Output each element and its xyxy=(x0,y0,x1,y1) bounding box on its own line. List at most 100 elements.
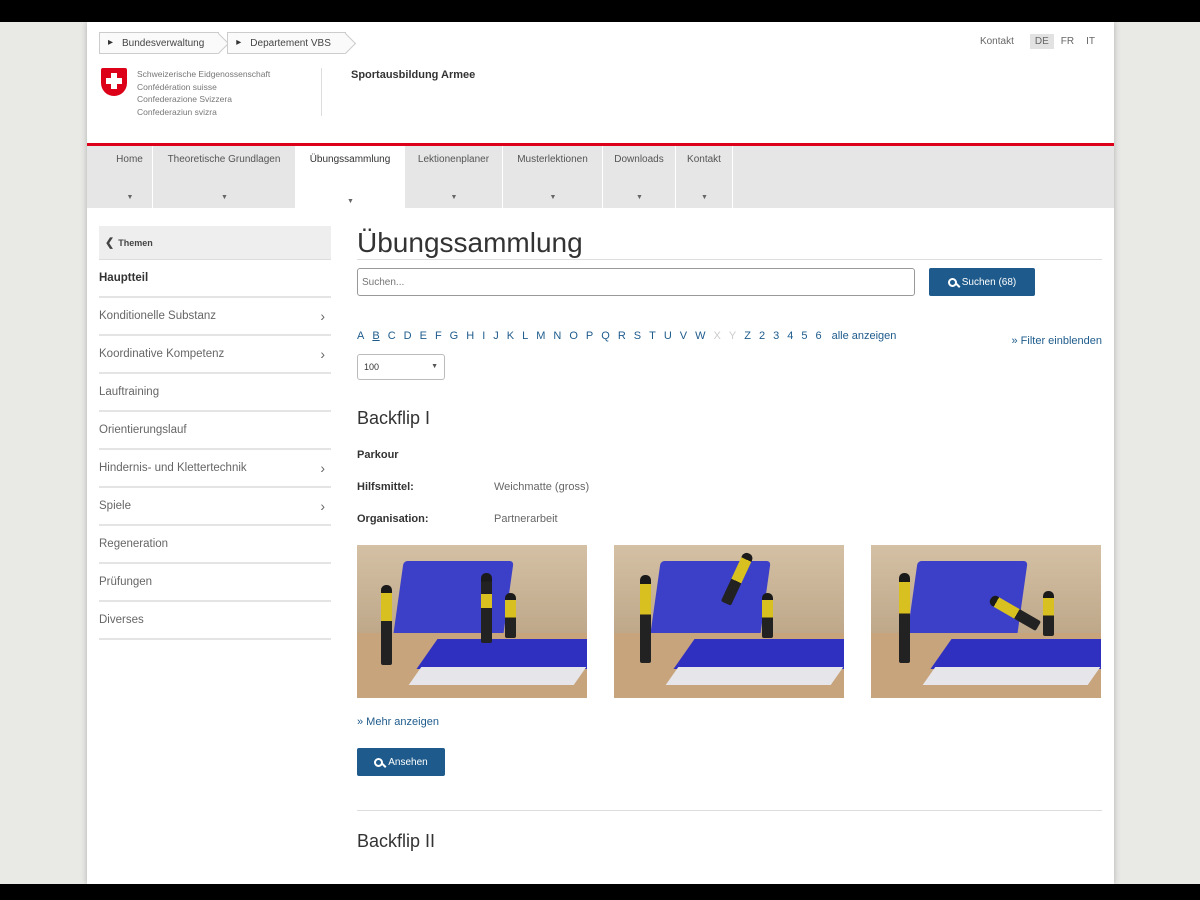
language-it[interactable]: IT xyxy=(1081,34,1100,49)
field-label: Organisation: xyxy=(357,513,429,525)
sidebar-item-regeneration[interactable]: Regeneration xyxy=(99,526,331,564)
nav-item-uebungssammlung[interactable]: Übungssammlung ▼ xyxy=(296,146,405,208)
nav-item-downloads[interactable]: Downloads ▼ xyxy=(603,146,676,208)
alphabet-letter-a[interactable]: A xyxy=(357,330,364,344)
search-input[interactable] xyxy=(357,268,915,296)
alphabet-letter-o[interactable]: O xyxy=(569,330,578,344)
alphabet-letter-6[interactable]: 6 xyxy=(815,330,821,344)
alphabet-letter-g[interactable]: G xyxy=(450,330,459,344)
sidebar-back-link[interactable]: ❮ Themen xyxy=(99,226,331,260)
search-button[interactable]: Suchen (68) xyxy=(929,268,1035,296)
field-label: Hilfsmittel: xyxy=(357,481,414,493)
nav-item-musterlektionen[interactable]: Musterlektionen ▼ xyxy=(503,146,603,208)
photo-person xyxy=(1043,591,1054,636)
alphabet-letter-j[interactable]: J xyxy=(493,330,499,344)
sidebar-item-hauptteil[interactable]: Hauptteil xyxy=(99,260,331,298)
alphabet-letter-s[interactable]: S xyxy=(634,330,641,344)
chevron-right-icon: › xyxy=(320,460,325,476)
alphabet-letter-i[interactable]: I xyxy=(482,330,485,344)
alphabet-letter-n[interactable]: N xyxy=(553,330,561,344)
nav-item-label: Theoretische Grundlagen xyxy=(167,154,281,165)
alphabet-show-all-link[interactable]: alle anzeigen xyxy=(832,330,897,344)
alphabet-letter-v[interactable]: V xyxy=(680,330,687,344)
alphabet-letter-q[interactable]: Q xyxy=(601,330,610,344)
photo-person xyxy=(505,593,516,638)
nav-item-kontakt[interactable]: Kontakt ▼ xyxy=(676,146,733,208)
alphabet-letter-z[interactable]: Z xyxy=(744,330,751,344)
alphabet-letter-4[interactable]: 4 xyxy=(787,330,793,344)
search-icon xyxy=(947,277,957,287)
show-more-link[interactable]: » Mehr anzeigen xyxy=(357,716,1102,728)
exercise-image-gallery xyxy=(357,545,1102,698)
header-contact-link[interactable]: Kontakt xyxy=(980,36,1014,47)
breadcrumb-item-bundesverwaltung[interactable]: Bundesverwaltung xyxy=(99,32,220,54)
chevron-down-icon: ▼ xyxy=(549,194,557,201)
nav-item-theoretische-grundlagen[interactable]: Theoretische Grundlagen ▼ xyxy=(153,146,296,208)
sidebar-item-pruefungen[interactable]: Prüfungen xyxy=(99,564,331,602)
sidebar-item-label: Konditionelle Substanz xyxy=(99,310,216,322)
alphabet-letter-c[interactable]: C xyxy=(388,330,396,344)
chevron-down-icon: ▼ xyxy=(126,194,134,201)
photo-person xyxy=(640,575,651,663)
breadcrumb-item-vbs[interactable]: Departement VBS xyxy=(227,32,346,54)
language-fr[interactable]: FR xyxy=(1056,34,1079,49)
sidebar-item-label: Koordinative Kompetenz xyxy=(99,348,225,360)
nav-item-label: Home xyxy=(116,154,143,165)
sidebar-item-spiele[interactable]: Spiele › xyxy=(99,488,331,526)
sidebar-item-label: Hindernis- und Klettertechnik xyxy=(99,462,247,474)
chevron-right-icon: › xyxy=(320,346,325,362)
site-title[interactable]: Sportausbildung Armee xyxy=(351,69,475,81)
search-button-label: Suchen (68) xyxy=(961,276,1017,288)
sidebar-item-orientierungslauf[interactable]: Orientierungslauf xyxy=(99,412,331,450)
alphabet-letter-t[interactable]: T xyxy=(649,330,656,344)
alphabet-letter-r[interactable]: R xyxy=(618,330,626,344)
alphabet-letter-3[interactable]: 3 xyxy=(773,330,779,344)
sidebar-item-konditionelle-substanz[interactable]: Konditionelle Substanz › xyxy=(99,298,331,336)
per-page-value: 100 xyxy=(364,362,380,372)
alphabet-letter-p[interactable]: P xyxy=(586,330,593,344)
filter-toggle-link[interactable]: » Filter einblenden xyxy=(1011,335,1102,347)
alphabet-letter-l[interactable]: L xyxy=(522,330,528,344)
photo-floor-mat xyxy=(416,639,587,669)
sidebar-item-diverses[interactable]: Diverses xyxy=(99,602,331,640)
main-navigation: Home ▼ Theoretische Grundlagen ▼ Übungssam… xyxy=(87,146,1114,208)
exercise-title[interactable]: Backflip II xyxy=(357,831,1102,852)
confederation-name-fr: Confédération suisse xyxy=(137,81,217,92)
photo-person xyxy=(762,593,773,638)
per-page-select[interactable]: 100 ▼ xyxy=(357,354,445,380)
alphabet-letter-d[interactable]: D xyxy=(404,330,412,344)
alphabet-letter-5[interactable]: 5 xyxy=(801,330,807,344)
sidebar-back-label: Themen xyxy=(118,238,153,248)
sidebar-item-lauftraining[interactable]: Lauftraining xyxy=(99,374,331,412)
language-de[interactable]: DE xyxy=(1029,34,1054,49)
swiss-cross-icon xyxy=(101,68,127,96)
nav-item-lektionenplaner[interactable]: Lektionenplaner ▼ xyxy=(405,146,503,208)
web-page: Bundesverwaltung Departement VBS Kontakt… xyxy=(87,22,1114,884)
exercise-title[interactable]: Backflip I xyxy=(357,408,1102,429)
nav-item-home[interactable]: Home ▼ xyxy=(107,146,153,208)
exercise-photo-3[interactable] xyxy=(871,545,1101,698)
view-exercise-button[interactable]: Ansehen xyxy=(357,748,445,776)
alphabet-letter-u[interactable]: U xyxy=(664,330,672,344)
chevron-left-icon: ❮ xyxy=(105,237,115,249)
alphabet-letter-h[interactable]: H xyxy=(466,330,474,344)
alphabet-letter-2[interactable]: 2 xyxy=(759,330,765,344)
breadcrumb: Bundesverwaltung Departement VBS xyxy=(99,32,354,54)
exercise-photo-1[interactable] xyxy=(357,545,587,698)
exercise-field-hilfsmittel: Hilfsmittel: Weichmatte (gross) xyxy=(357,481,1102,493)
alphabet-letter-b[interactable]: B xyxy=(372,330,379,344)
search-row: Suchen (68) xyxy=(357,268,1102,296)
exercise-photo-2[interactable] xyxy=(614,545,844,698)
confederation-logo[interactable]: Schweizerische Eidgenossenschaft Confédé… xyxy=(101,68,322,117)
alphabet-letter-w[interactable]: W xyxy=(695,330,705,344)
alphabet-letter-e[interactable]: E xyxy=(420,330,427,344)
main-content: Übungssammlung Suchen (68) » Filter einb… xyxy=(357,226,1102,852)
chevron-down-icon: ▼ xyxy=(636,194,643,201)
sidebar-item-hindernis-klettertechnik[interactable]: Hindernis- und Klettertechnik › xyxy=(99,450,331,488)
nav-item-label: Musterlektionen xyxy=(517,154,588,165)
sidebar-item-label: Lauftraining xyxy=(99,386,160,398)
alphabet-letter-k[interactable]: K xyxy=(507,330,514,344)
alphabet-letter-f[interactable]: F xyxy=(435,330,442,344)
alphabet-letter-m[interactable]: M xyxy=(536,330,545,344)
sidebar-item-koordinative-kompetenz[interactable]: Koordinative Kompetenz › xyxy=(99,336,331,374)
